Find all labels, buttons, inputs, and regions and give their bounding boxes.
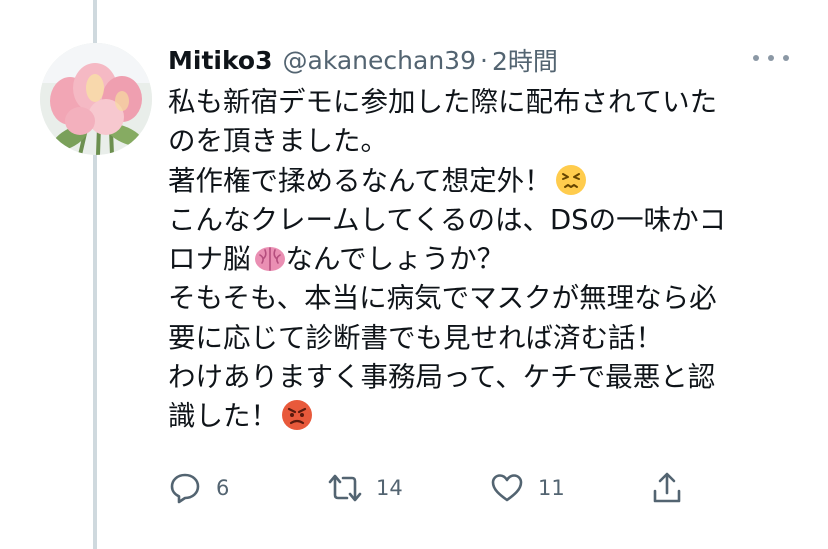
tweet-line: 識した！ [168, 397, 788, 436]
like-count: 11 [538, 476, 565, 500]
retweet-button[interactable]: 14 [328, 469, 403, 507]
tweet-text: 私も新宿デモに参加した際に配布されていた のを頂きました。 著作権で揉めるなんて… [168, 83, 788, 437]
like-button[interactable]: 11 [490, 469, 565, 507]
tweet-line-text: 要に応じて診断書でも見せれば済む話！ [168, 321, 663, 354]
like-icon [491, 474, 523, 502]
share-button[interactable] [650, 469, 684, 507]
tweet-line: ロナ脳 なんでしょうか？ [168, 240, 788, 279]
tweet-line-text: こんなクレームしてくるのは、DSの一味かコ [168, 203, 727, 236]
tweet-line: そもそも、本当に病気でマスクが無理なら必 [168, 279, 788, 318]
share-icon [653, 472, 681, 503]
avatar[interactable] [40, 43, 152, 155]
tweet-line: わけありますく事務局って、ケチで最悪と認 [168, 358, 788, 397]
avatar-tulip-image [40, 43, 152, 155]
timestamp[interactable]: 2時間 [492, 42, 558, 78]
reply-icon [170, 473, 200, 504]
tweet-header: Mitiko3 @akanechan39 · 2時間 [168, 42, 558, 78]
tweet-line: のを頂きました。 [168, 122, 788, 161]
tweet-line-text: そもそも、本当に病気でマスクが無理なら必 [168, 282, 717, 315]
more-dot [783, 55, 789, 61]
tweet-line-text: 著作権で揉めるなんて想定外！ [168, 164, 552, 197]
more-dot [768, 55, 774, 61]
user-handle[interactable]: @akanechan39 [283, 46, 476, 75]
brain-icon [254, 247, 285, 272]
tweet-line-text: 識した！ [168, 400, 278, 433]
retweet-count: 14 [376, 476, 403, 500]
tweet-line-text: ロナ脳 [168, 243, 251, 276]
tweet-line: 著作権で揉めるなんて想定外！ [168, 162, 788, 201]
separator-dot: · [479, 45, 488, 75]
tweet-line-text: なんでしょうか？ [285, 243, 505, 276]
more-dot [753, 55, 759, 61]
tweet-line-text: のを頂きました。 [168, 125, 388, 158]
retweet-icon [328, 474, 362, 502]
angry-face-icon [282, 400, 312, 431]
tweet-line-text: 私も新宿デモに参加した際に配布されていた [168, 86, 718, 118]
tweet-line: 私も新宿デモに参加した際に配布されていた [168, 83, 788, 122]
tweet-line: 要に応じて診断書でも見せれば済む話！ [168, 319, 788, 358]
reply-count: 6 [216, 476, 230, 500]
persevering-face-icon [555, 164, 586, 195]
reply-button[interactable]: 6 [168, 469, 229, 507]
action-bar: 6 14 11 [168, 469, 688, 507]
tweet-line-text: わけありますく事務局って、ケチで最悪と認 [168, 361, 716, 394]
display-name[interactable]: Mitiko3 [168, 46, 273, 75]
more-icon[interactable] [753, 46, 789, 70]
tweet-line: こんなクレームしてくるのは、DSの一味かコ [168, 201, 788, 240]
